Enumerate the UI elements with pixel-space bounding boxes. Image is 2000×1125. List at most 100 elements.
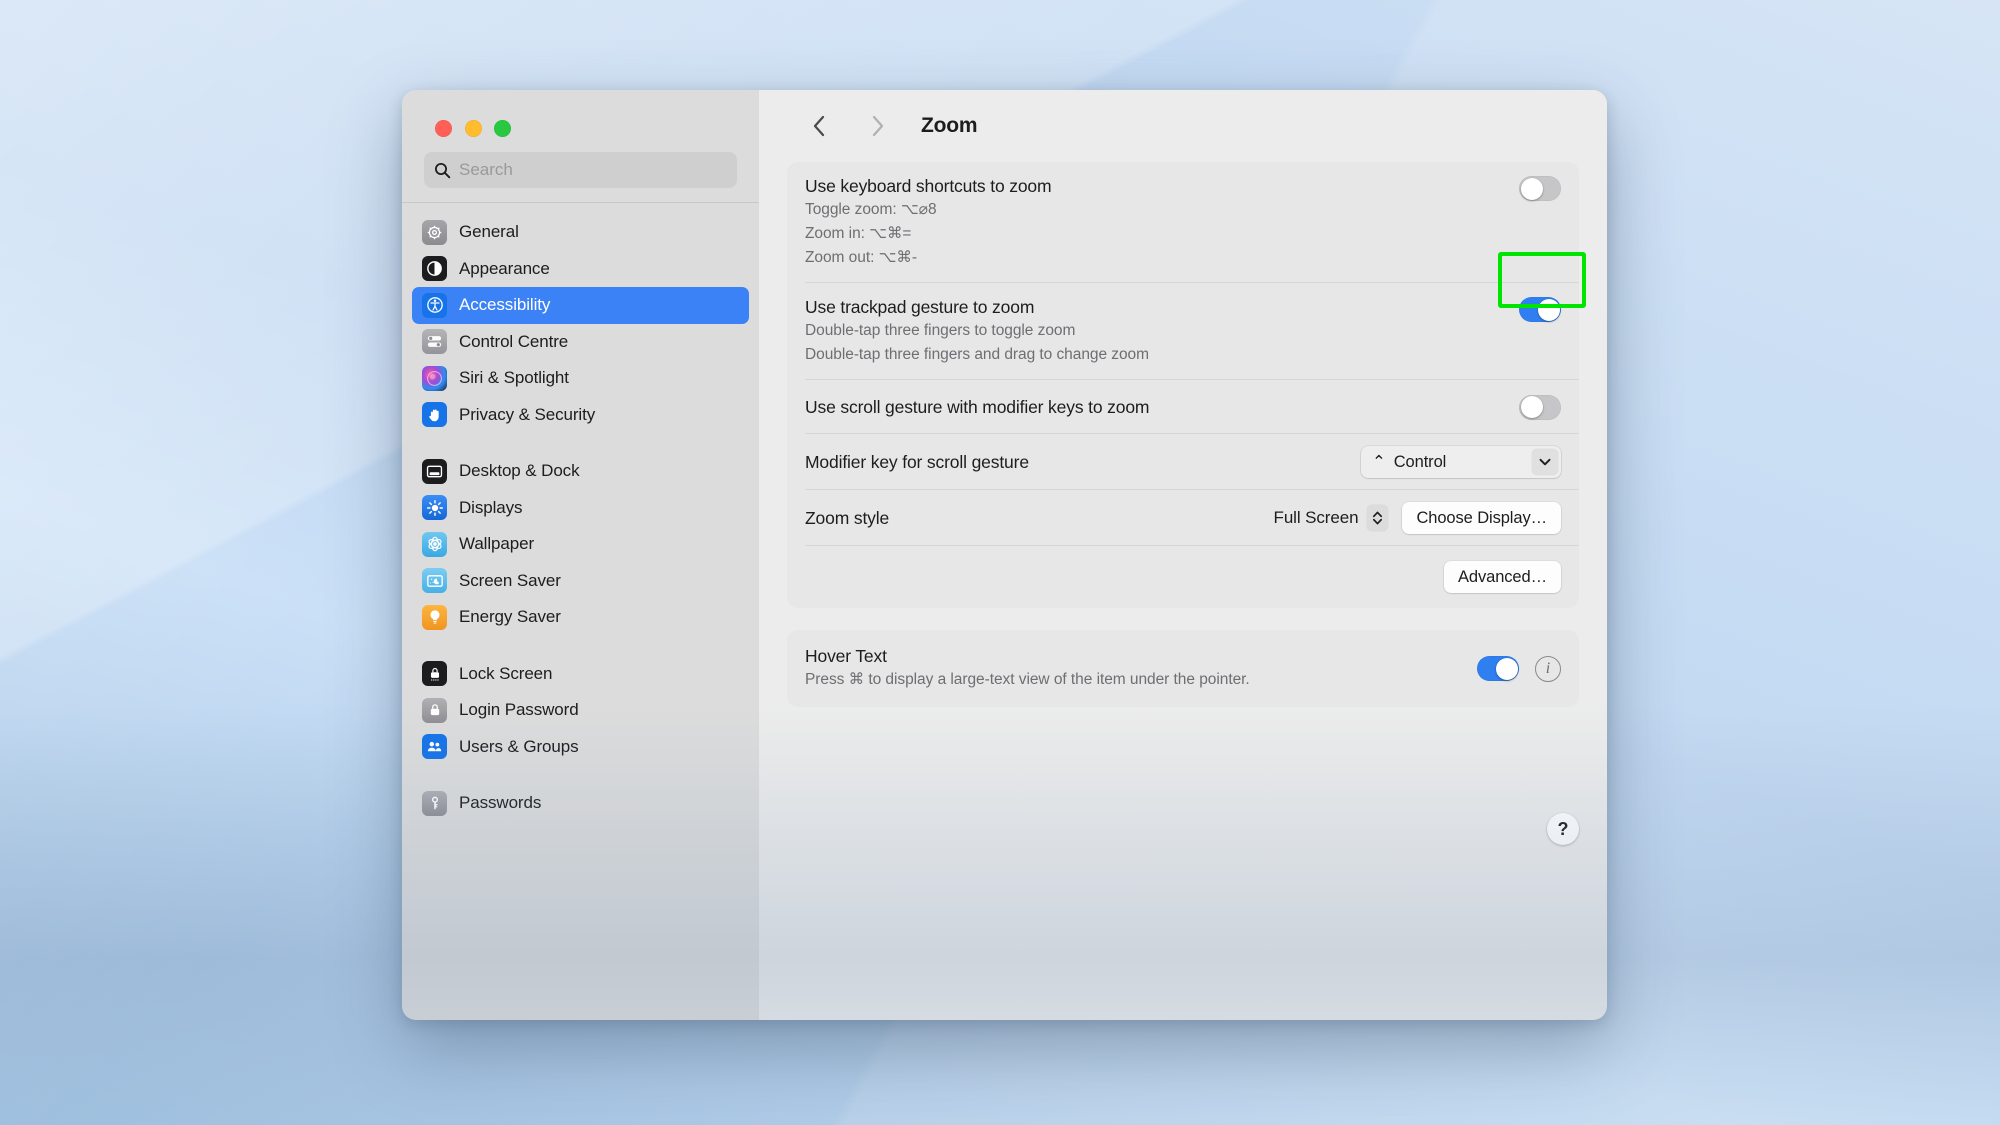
- siri-icon: [422, 365, 447, 391]
- keyboard-shortcuts-title: Use keyboard shortcuts to zoom: [805, 176, 1052, 196]
- sidebar-nav-list[interactable]: General Appearance Accessibility Control Ce…: [402, 202, 759, 1020]
- hover-text-toggle[interactable]: [1477, 656, 1519, 681]
- energy-saver-icon: [422, 604, 447, 630]
- sidebar-item-control-centre[interactable]: Control Centre: [412, 324, 749, 361]
- sidebar-group-2: Lock Screen Login Password Users & Groups: [402, 656, 759, 766]
- sidebar-item-privacy-security[interactable]: Privacy & Security: [412, 397, 749, 434]
- modifier-key-value: Control: [1393, 452, 1447, 471]
- control-centre-icon: [422, 329, 447, 355]
- advanced-button[interactable]: Advanced…: [1444, 561, 1561, 593]
- trackpad-gesture-toggle[interactable]: [1519, 297, 1561, 322]
- sidebar-item-label: Appearance: [459, 258, 550, 278]
- sidebar-item-appearance[interactable]: Appearance: [412, 251, 749, 288]
- scroll-gesture-row: Use scroll gesture with modifier keys to…: [787, 380, 1579, 434]
- help-button[interactable]: ?: [1547, 813, 1579, 845]
- sidebar-item-label: Displays: [459, 497, 523, 517]
- control-symbol: ⌃: [1372, 453, 1386, 471]
- scroll-gesture-toggle[interactable]: [1519, 394, 1561, 420]
- modifier-key-title: Modifier key for scroll gesture: [805, 451, 1029, 472]
- maximize-button[interactable]: [494, 120, 511, 137]
- choose-display-button[interactable]: Choose Display…: [1402, 502, 1561, 534]
- keyboard-shortcut-zoom-in: Zoom in: ⌥⌘=: [805, 225, 912, 242]
- sidebar-item-accessibility[interactable]: Accessibility: [412, 287, 749, 324]
- sidebar-item-label: Passwords: [459, 793, 542, 813]
- login-password-icon: [422, 697, 447, 723]
- sidebar-item-label: Wallpaper: [459, 534, 535, 554]
- sidebar-item-label: Users & Groups: [459, 736, 579, 756]
- chevron-up-down-icon[interactable]: [1367, 505, 1389, 531]
- sidebar-item-label: Privacy & Security: [459, 404, 596, 424]
- zoom-style-value: Full Screen: [1273, 508, 1359, 527]
- sidebar-item-siri-spotlight[interactable]: Siri & Spotlight: [412, 360, 749, 397]
- chevron-down-icon[interactable]: [1532, 449, 1558, 475]
- toggle-knob: [1495, 657, 1518, 680]
- modifier-key-dropdown[interactable]: ⌃ Control: [1361, 446, 1561, 478]
- sidebar-item-general[interactable]: General: [412, 214, 749, 251]
- trackpad-gesture-line-1: Double-tap three fingers to toggle zoom: [805, 322, 1076, 339]
- scroll-gesture-title: Use scroll gesture with modifier keys to…: [805, 396, 1150, 417]
- sidebar-item-screen-saver[interactable]: Screen Saver: [412, 563, 749, 600]
- sidebar-group-1: Desktop & Dock Displays Wallpaper Screen Sa…: [402, 453, 759, 636]
- desktop-dock-icon: [422, 458, 447, 484]
- keyboard-shortcut-toggle-zoom: Toggle zoom: ⌥⌀8: [805, 201, 937, 218]
- page-title: Zoom: [921, 114, 978, 137]
- zoom-style-title: Zoom style: [805, 507, 890, 528]
- sidebar-item-label: Lock Screen: [459, 663, 553, 683]
- toolbar: Zoom: [759, 90, 1607, 162]
- search-box[interactable]: [424, 152, 737, 188]
- sidebar-group-0: General Appearance Accessibility Control Ce…: [402, 214, 759, 433]
- sidebar-item-users-groups[interactable]: Users & Groups: [412, 729, 749, 766]
- close-button[interactable]: [435, 120, 452, 137]
- sidebar: General Appearance Accessibility Control Ce…: [402, 90, 759, 1020]
- search-container: [402, 152, 759, 202]
- zoom-style-row: Zoom style Full Screen Choose Display…: [787, 490, 1579, 546]
- content-pane: Zoom Use keyboard shortcuts to zoom Togg…: [759, 90, 1607, 1020]
- trackpad-gesture-line-2: Double-tap three fingers and drag to cha…: [805, 346, 1149, 363]
- toggle-knob: [1520, 177, 1543, 200]
- hover-text-row: Hover Text Press ⌘ to display a large-te…: [787, 630, 1579, 707]
- sidebar-item-label: Desktop & Dock: [459, 461, 580, 481]
- sidebar-item-energy-saver[interactable]: Energy Saver: [412, 599, 749, 636]
- back-button[interactable]: [799, 106, 839, 146]
- hover-text-title: Hover Text: [805, 646, 887, 666]
- displays-icon: [422, 495, 447, 521]
- privacy-icon: [422, 402, 447, 428]
- sidebar-item-displays[interactable]: Displays: [412, 490, 749, 527]
- sidebar-item-passwords[interactable]: Passwords: [412, 785, 749, 822]
- sidebar-group-3: Passwords: [402, 785, 759, 822]
- minimize-button[interactable]: [464, 120, 482, 137]
- sidebar-item-label: Control Centre: [459, 331, 569, 351]
- hover-text-subtitle: Press ⌘ to display a large-text view of …: [805, 671, 1250, 688]
- sidebar-item-label: Login Password: [459, 700, 579, 720]
- system-settings-window: General Appearance Accessibility Control Ce…: [402, 90, 1607, 1020]
- sidebar-item-wallpaper[interactable]: Wallpaper: [412, 526, 749, 563]
- lock-screen-icon: [422, 661, 447, 687]
- passwords-icon: [422, 790, 447, 816]
- keyboard-shortcut-zoom-out: Zoom out: ⌥⌘-: [805, 249, 917, 266]
- zoom-style-popup[interactable]: Full Screen: [1274, 505, 1389, 531]
- modifier-key-value-group: ⌃ Control: [1372, 452, 1446, 472]
- sidebar-item-desktop-dock[interactable]: Desktop & Dock: [412, 453, 749, 490]
- settings-pane: Use keyboard shortcuts to zoom Toggle zo…: [759, 162, 1607, 1020]
- sidebar-item-label: Accessibility: [459, 295, 551, 315]
- info-icon[interactable]: i: [1535, 655, 1561, 682]
- sidebar-item-login-password[interactable]: Login Password: [412, 692, 749, 729]
- keyboard-shortcuts-toggle[interactable]: [1519, 176, 1561, 201]
- modifier-key-row: Modifier key for scroll gesture ⌃ Contro…: [787, 434, 1579, 490]
- gear-icon: [422, 219, 447, 245]
- advanced-row: Advanced…: [787, 546, 1579, 608]
- search-input[interactable]: [459, 160, 727, 180]
- users-groups-icon: [422, 734, 447, 760]
- toggle-knob: [1520, 396, 1543, 418]
- sidebar-item-label: General: [459, 222, 519, 242]
- forward-button[interactable]: [857, 106, 897, 146]
- trackpad-gesture-row: Use trackpad gesture to zoom Double-tap …: [787, 283, 1579, 380]
- sidebar-item-label: Screen Saver: [459, 570, 561, 590]
- desktop-wallpaper: General Appearance Accessibility Control Ce…: [0, 0, 2000, 1125]
- keyboard-shortcuts-row: Use keyboard shortcuts to zoom Toggle zo…: [787, 162, 1579, 283]
- sidebar-item-lock-screen[interactable]: Lock Screen: [412, 656, 749, 693]
- trackpad-gesture-title: Use trackpad gesture to zoom: [805, 297, 1035, 317]
- toggle-knob: [1537, 298, 1560, 321]
- search-icon: [434, 162, 451, 179]
- accessibility-icon: [422, 292, 447, 318]
